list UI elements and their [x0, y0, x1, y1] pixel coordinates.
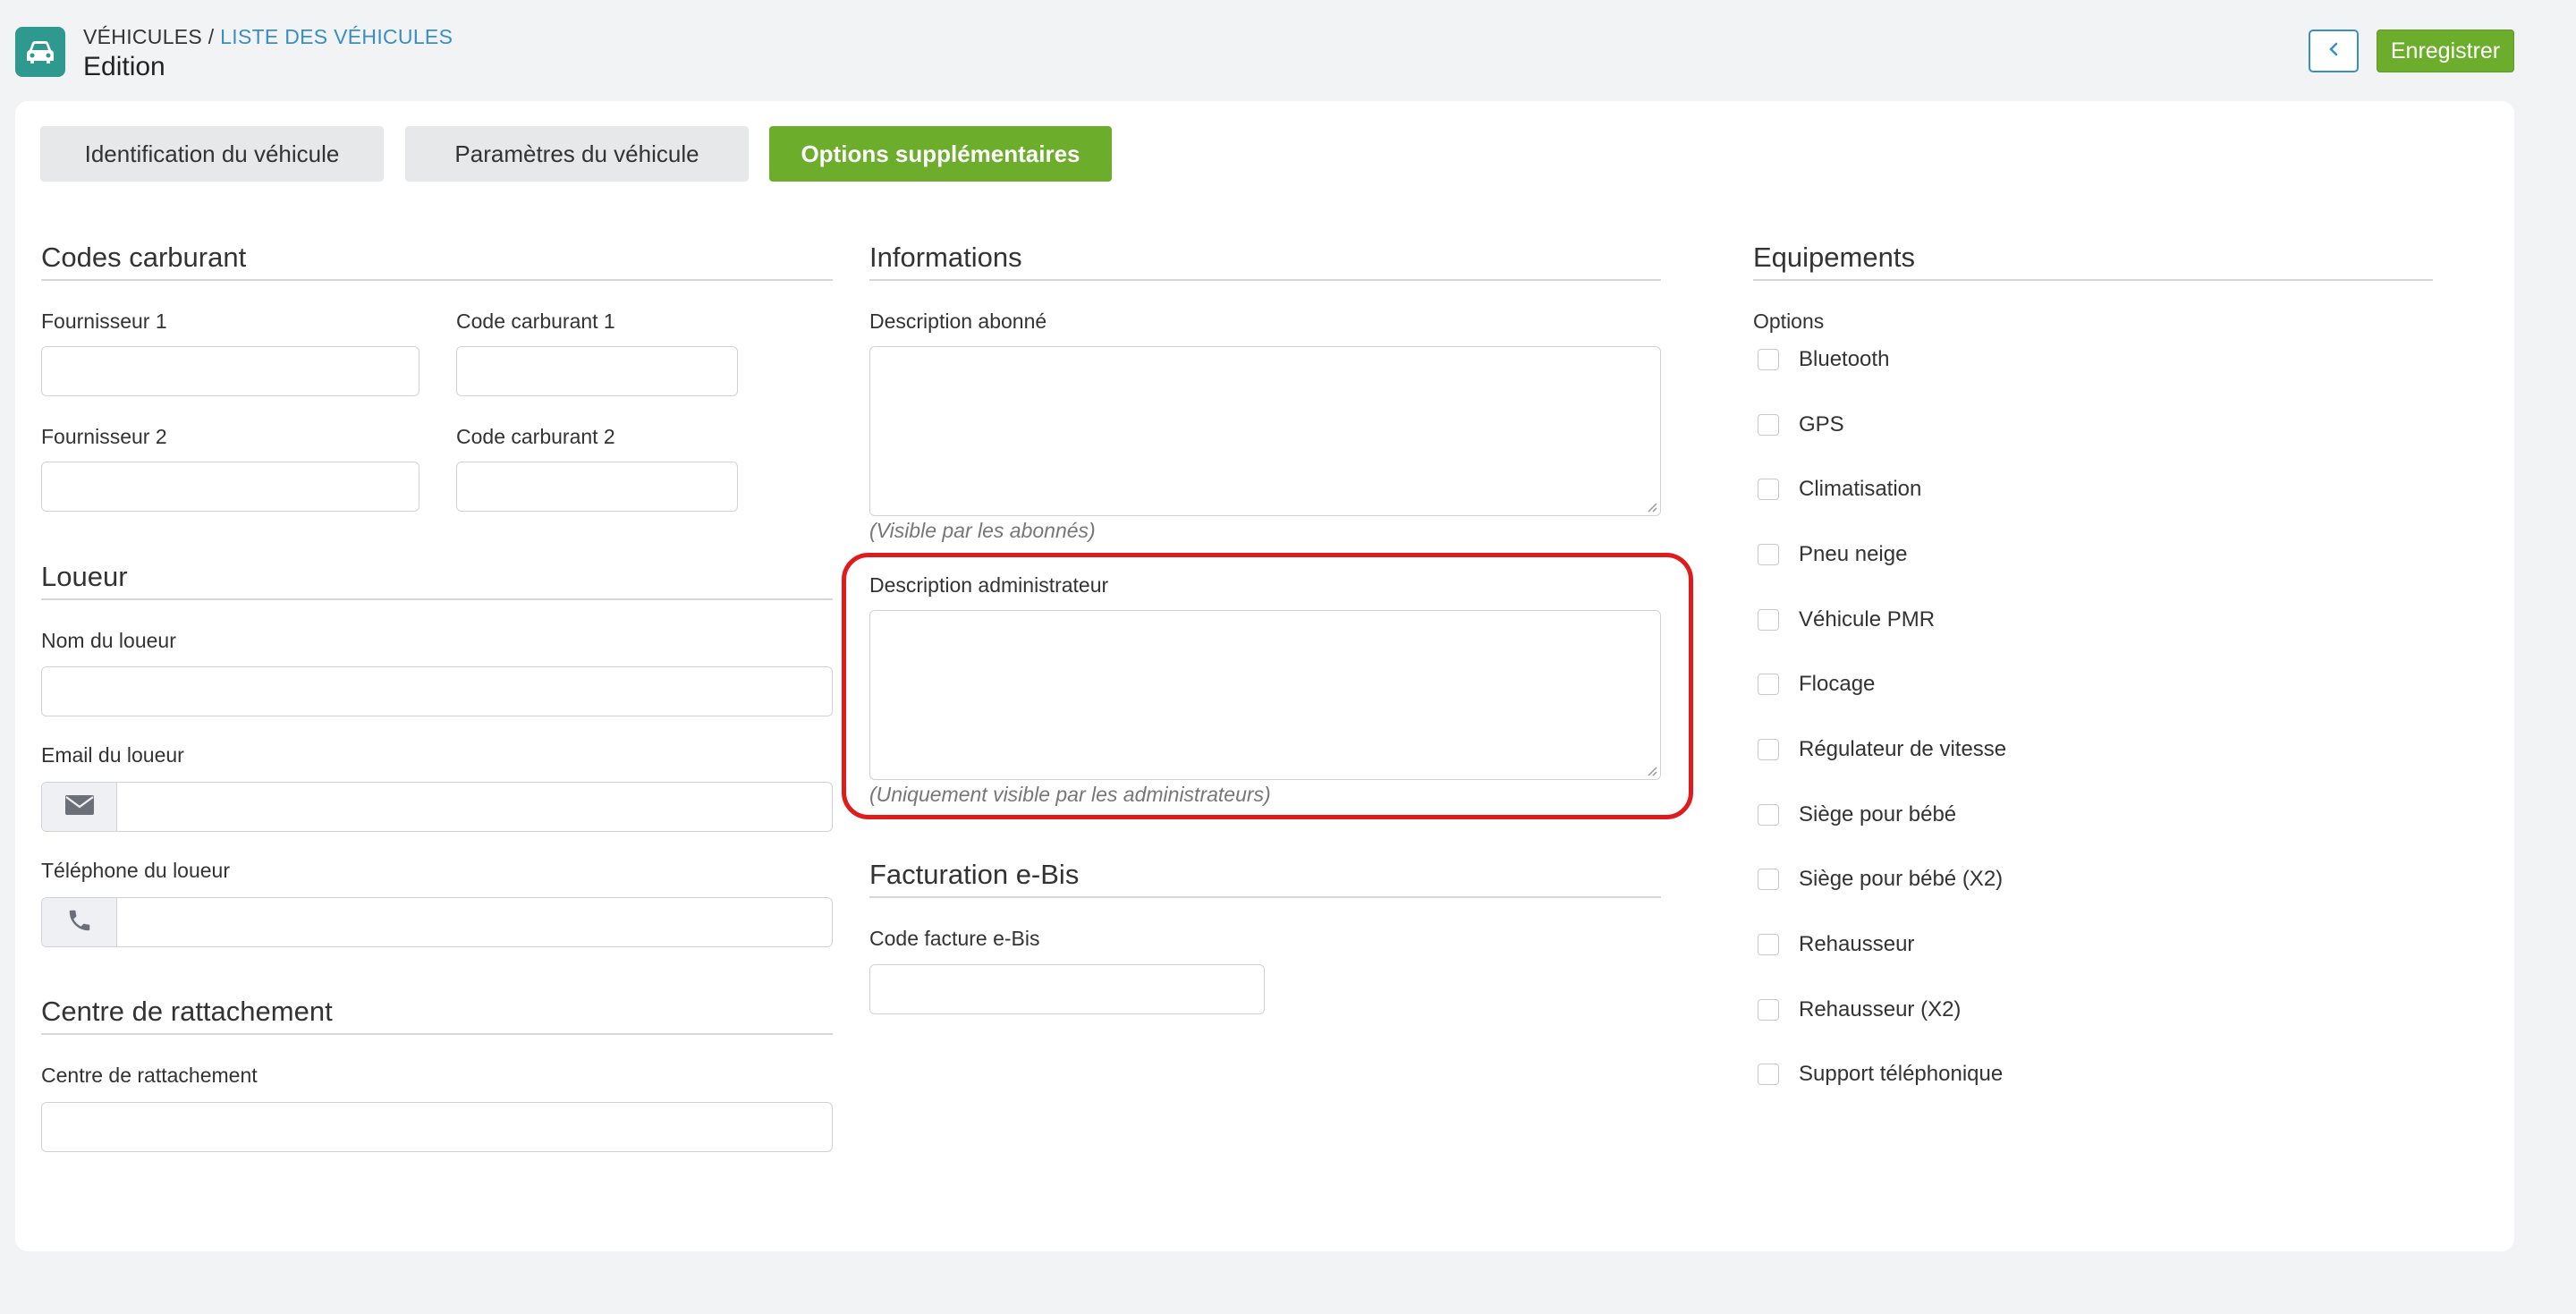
lessor-name-input[interactable]: [41, 666, 833, 716]
back-button[interactable]: [2309, 30, 2359, 72]
option-label: Siège pour bébé: [1799, 802, 1957, 827]
fuel-code1-label: Code carburant 1: [456, 309, 615, 333]
option-label: GPS: [1799, 412, 1844, 437]
option-snow-tires[interactable]: Pneu neige: [1758, 542, 1907, 567]
lessor-phone-input[interactable]: [41, 897, 833, 947]
option-label: Rehausseur (X2): [1799, 997, 1962, 1022]
lessor-phone-label: Téléphone du loueur: [41, 859, 230, 882]
lessor-email-label: Email du loueur: [41, 743, 184, 767]
option-air-conditioning[interactable]: Climatisation: [1758, 477, 1921, 502]
option-baby-seat[interactable]: Siège pour bébé: [1758, 802, 1956, 827]
section-title-fuel-codes: Codes carburant: [41, 242, 833, 281]
option-label: Flocage: [1799, 672, 1876, 696]
checkbox[interactable]: [1758, 804, 1779, 826]
tab-identification[interactable]: Identification du véhicule: [40, 126, 384, 182]
breadcrumb: VÉHICULES / LISTE DES VÉHICULES: [83, 25, 453, 49]
option-booster[interactable]: Rehausseur: [1758, 932, 1914, 957]
option-label: Siège pour bébé (X2): [1799, 867, 2004, 891]
checkbox[interactable]: [1758, 414, 1779, 436]
phone-addon: [42, 898, 117, 946]
option-baby-seat-x2[interactable]: Siège pour bébé (X2): [1758, 867, 2003, 892]
breadcrumb-root[interactable]: VÉHICULES: [83, 25, 202, 48]
option-label: Pneu neige: [1799, 542, 1908, 566]
supplier2-input[interactable]: [41, 462, 419, 512]
option-booster-x2[interactable]: Rehausseur (X2): [1758, 997, 1961, 1022]
checkbox[interactable]: [1758, 1064, 1779, 1085]
breadcrumb-separator: /: [202, 25, 221, 48]
fuel-code2-input[interactable]: [456, 462, 738, 512]
section-title-lessor: Loueur: [41, 561, 833, 600]
resize-grip-icon[interactable]: [1645, 500, 1657, 513]
checkbox[interactable]: [1758, 999, 1779, 1021]
subscriber-description-textarea[interactable]: [869, 346, 1661, 516]
email-addon: [42, 783, 117, 831]
fuel-code2-label: Code carburant 2: [456, 425, 615, 448]
billing-code-label: Code facture e-Bis: [869, 927, 1040, 950]
supplier1-label: Fournisseur 1: [41, 309, 167, 333]
checkbox[interactable]: [1758, 869, 1779, 890]
highlight-annotation: [842, 553, 1693, 819]
checkbox[interactable]: [1758, 479, 1779, 500]
chevron-left-icon: [2327, 41, 2340, 62]
option-label: Rehausseur: [1799, 932, 1915, 956]
supplier2-label: Fournisseur 2: [41, 425, 167, 448]
checkbox[interactable]: [1758, 609, 1779, 631]
section-title-billing: Facturation e-Bis: [869, 859, 1661, 898]
breadcrumb-link-vehicle-list[interactable]: LISTE DES VÉHICULES: [220, 25, 453, 48]
options-label: Options: [1753, 309, 1825, 333]
lessor-email-input[interactable]: [41, 782, 833, 832]
option-label: Régulateur de vitesse: [1799, 737, 2007, 761]
page-title: Edition: [83, 52, 165, 81]
tab-additional-options[interactable]: Options supplémentaires: [769, 126, 1112, 182]
option-phone-holder[interactable]: Support téléphonique: [1758, 1062, 2003, 1087]
tab-parameters[interactable]: Paramètres du véhicule: [405, 126, 749, 182]
option-label: Bluetooth: [1799, 347, 1890, 371]
lessor-name-label: Nom du loueur: [41, 629, 176, 652]
fuel-code1-input[interactable]: [456, 346, 738, 396]
attachment-center-label: Centre de rattachement: [41, 1064, 258, 1087]
option-label: Véhicule PMR: [1799, 607, 1936, 632]
billing-code-input[interactable]: [869, 964, 1265, 1014]
option-gps[interactable]: GPS: [1758, 412, 1844, 437]
section-title-attachment-center: Centre de rattachement: [41, 996, 833, 1035]
option-flocking[interactable]: Flocage: [1758, 672, 1875, 697]
save-button[interactable]: Enregistrer: [2377, 30, 2514, 72]
car-icon: [15, 27, 65, 77]
section-title-informations: Informations: [869, 242, 1661, 281]
checkbox[interactable]: [1758, 674, 1779, 695]
attachment-center-input[interactable]: [41, 1102, 833, 1152]
section-title-equipment: Equipements: [1753, 242, 2433, 281]
checkbox[interactable]: [1758, 544, 1779, 565]
option-cruise-control[interactable]: Régulateur de vitesse: [1758, 737, 2006, 762]
subscriber-description-hint: (Visible par les abonnés): [869, 519, 1096, 542]
option-label: Support téléphonique: [1799, 1062, 2004, 1086]
checkbox[interactable]: [1758, 739, 1779, 760]
supplier1-input[interactable]: [41, 346, 419, 396]
checkbox[interactable]: [1758, 349, 1779, 370]
phone-icon: [66, 907, 93, 938]
envelope-icon: [64, 794, 95, 820]
option-label: Climatisation: [1799, 477, 1922, 501]
subscriber-description-label: Description abonné: [869, 309, 1047, 333]
option-pmr-vehicle[interactable]: Véhicule PMR: [1758, 607, 1935, 632]
checkbox[interactable]: [1758, 934, 1779, 955]
option-bluetooth[interactable]: Bluetooth: [1758, 347, 1889, 372]
